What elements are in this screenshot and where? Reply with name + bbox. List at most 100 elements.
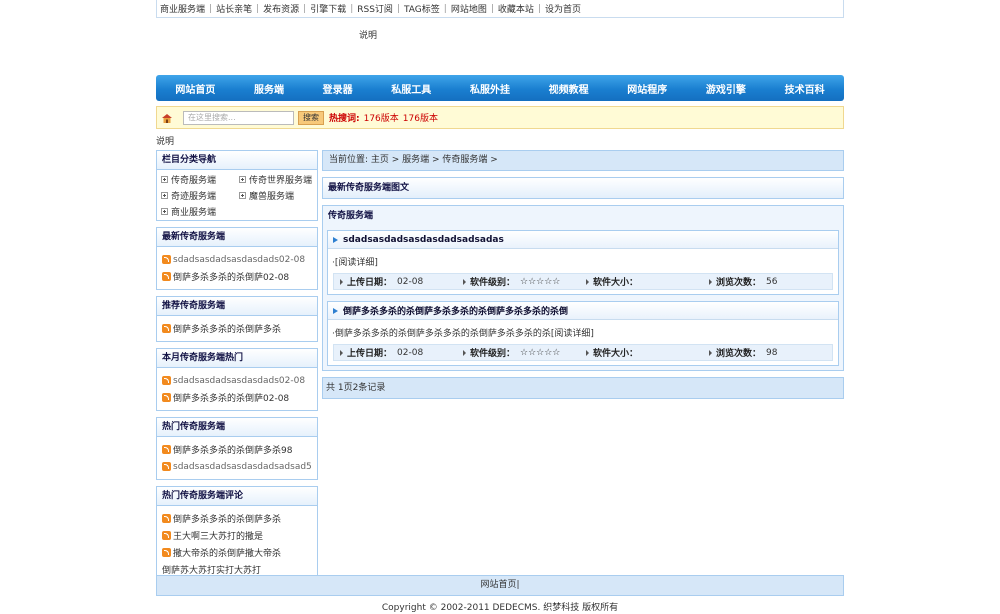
- search-bar: 在这里搜索... 搜索 热搜词: 176版本 176版本: [156, 106, 844, 129]
- hot-title: 热门传奇服务端: [157, 418, 317, 437]
- nav-launcher[interactable]: 登录器: [323, 81, 353, 96]
- nav-home[interactable]: 网站首页: [175, 81, 215, 96]
- hot-words-label: 热搜词:: [329, 114, 360, 124]
- plus-icon: [161, 208, 168, 215]
- rss-icon: [162, 324, 171, 333]
- search-button[interactable]: 搜索: [298, 110, 324, 125]
- software-level: ☆☆☆☆☆: [520, 276, 561, 287]
- category-nav-title: 栏目分类导航: [157, 151, 317, 170]
- list-item[interactable]: 王大啊三大苏打的撒是: [162, 527, 312, 544]
- article-list-title: 传奇服务端: [328, 211, 374, 221]
- triangle-icon: [340, 349, 343, 356]
- triangle-icon: [709, 278, 712, 285]
- category-item[interactable]: 传奇世界服务端: [239, 173, 319, 186]
- month-hot-box: 本月传奇服务端热门 sdadsasdadsasdasdads02-08 倒萨多杀…: [156, 348, 318, 411]
- plus-icon: [161, 192, 168, 199]
- toplink-engine-download[interactable]: 引擎下载: [310, 2, 346, 15]
- article-list-box: 传奇服务端 sdadsasdadsasdasdadsadsadas ·[阅读详细…: [322, 205, 844, 371]
- hot-word-2[interactable]: 176版本: [403, 111, 438, 124]
- latest-title: 最新传奇服务端: [157, 228, 317, 247]
- rss-icon: [162, 531, 171, 540]
- view-count: 56: [766, 276, 778, 287]
- rss-icon: [162, 255, 171, 264]
- triangle-icon: [340, 278, 343, 285]
- toplink-tags[interactable]: TAG标签: [404, 2, 440, 15]
- list-item[interactable]: 倒萨多杀多杀的杀倒萨02-08: [162, 389, 312, 406]
- nav-programs[interactable]: 网站程序: [627, 81, 667, 96]
- hot-box: 热门传奇服务端 倒萨多杀多杀的杀倒萨多杀98 sdadsasdadsasdasd…: [156, 417, 318, 480]
- category-item[interactable]: 商业服务端: [161, 205, 239, 218]
- nav-server[interactable]: 服务端: [254, 81, 284, 96]
- list-item[interactable]: sdadsasdadsasdasdadsadsad5: [162, 458, 312, 475]
- nav-engine[interactable]: 游戏引擎: [706, 81, 746, 96]
- toplink-rss[interactable]: RSS订阅: [357, 2, 393, 15]
- top-links-bar: 商业服务端 | 站长亲笔 | 发布资源 | 引擎下载 | RSS订阅 | TAG标签 | 网…: [156, 0, 844, 18]
- arrow-right-icon: [333, 307, 338, 314]
- triangle-icon: [463, 349, 466, 356]
- main-nav: 网站首页 服务端 登录器 私服工具 私服外挂 视频教程 网站程序 游戏引擎 技术…: [156, 75, 844, 101]
- upload-date: 02-08: [397, 347, 424, 358]
- search-input[interactable]: 在这里搜索...: [183, 110, 294, 125]
- nav-plugins[interactable]: 私服外挂: [470, 81, 510, 96]
- note: 说明: [156, 137, 175, 147]
- triangle-icon: [586, 349, 589, 356]
- plus-icon: [239, 192, 246, 199]
- software-level: ☆☆☆☆☆: [520, 347, 561, 358]
- list-item[interactable]: 倒萨多杀多杀的杀倒萨多杀98: [162, 441, 312, 458]
- pager: 共 1页2条记录: [322, 377, 844, 399]
- nav-tools[interactable]: 私服工具: [391, 81, 431, 96]
- breadcrumb: 当前位置: 主页 > 服务端 > 传奇服务端 >: [322, 150, 844, 171]
- toplink-sitemap[interactable]: 网站地图: [451, 2, 487, 15]
- footer-links[interactable]: 网站首页|: [156, 575, 844, 596]
- article-item: sdadsasdadsasdasdadsadsadas ·[阅读详细] 上传日期…: [327, 230, 839, 295]
- hot-word-1[interactable]: 176版本: [364, 111, 399, 124]
- list-item[interactable]: 撒大帝杀的杀倒萨撒大帝杀: [162, 544, 312, 561]
- article-meta: 上传日期： 02-08 软件级别： ☆☆☆☆☆ 软件大小： 浏览次数： 98: [333, 344, 833, 361]
- plus-icon: [161, 176, 168, 183]
- nav-video[interactable]: 视频教程: [549, 81, 589, 96]
- list-item[interactable]: 倒萨多杀多杀的杀倒萨多杀: [162, 510, 312, 527]
- list-item[interactable]: sdadsasdadsasdasdads02-08: [162, 251, 312, 268]
- triangle-icon: [586, 278, 589, 285]
- home-icon: [161, 113, 173, 123]
- list-item[interactable]: 倒萨多杀多杀的杀倒萨02-08: [162, 268, 312, 285]
- toplink-notes[interactable]: 站长亲笔: [216, 2, 252, 15]
- latest-pic-title: 最新传奇服务端图文: [322, 177, 844, 199]
- triangle-icon: [709, 349, 712, 356]
- rss-icon: [162, 376, 171, 385]
- banner-note: 说明: [359, 31, 378, 41]
- category-item[interactable]: 奇迹服务端: [161, 189, 239, 202]
- article-desc[interactable]: ·[阅读详细]: [328, 249, 838, 273]
- article-title[interactable]: 倒萨多杀多杀的杀倒萨多杀多杀的杀倒萨多杀多杀的杀倒: [343, 304, 568, 317]
- nav-wiki[interactable]: 技术百科: [785, 81, 825, 96]
- view-count: 98: [766, 347, 778, 358]
- rss-icon: [162, 462, 171, 471]
- article-title[interactable]: sdadsasdadsasdasdadsadsadas: [343, 235, 504, 245]
- main-content: 当前位置: 主页 > 服务端 > 传奇服务端 > 最新传奇服务端图文 传奇服务端…: [322, 150, 844, 399]
- latest-box: 最新传奇服务端 sdadsasdadsasdasdads02-08 倒萨多杀多杀…: [156, 227, 318, 290]
- list-item[interactable]: sdadsasdadsasdasdads02-08: [162, 372, 312, 389]
- category-item[interactable]: 魔兽服务端: [239, 189, 319, 202]
- month-hot-title: 本月传奇服务端热门: [157, 349, 317, 368]
- article-desc[interactable]: ·倒萨多杀多杀的杀倒萨多杀多杀的杀倒萨多杀多杀的杀[阅读详细]: [328, 320, 838, 344]
- rss-icon: [162, 548, 171, 557]
- article-meta: 上传日期： 02-08 软件级别： ☆☆☆☆☆ 软件大小： 浏览次数： 56: [333, 273, 833, 290]
- arrow-right-icon: [333, 236, 338, 243]
- toplink-homepage[interactable]: 设为首页: [545, 2, 581, 15]
- triangle-icon: [463, 278, 466, 285]
- list-item[interactable]: 倒萨多杀多杀的杀倒萨多杀: [162, 320, 312, 337]
- recommend-title: 推荐传奇服务端: [157, 297, 317, 316]
- article-item: 倒萨多杀多杀的杀倒萨多杀多杀的杀倒萨多杀多杀的杀倒 ·倒萨多杀多杀的杀倒萨多杀多…: [327, 301, 839, 366]
- rss-icon: [162, 445, 171, 454]
- left-sidebar: 栏目分类导航 传奇服务端 传奇世界服务端 奇迹服务端 魔兽服务端 商业服务端 最…: [156, 150, 318, 589]
- rss-icon: [162, 514, 171, 523]
- upload-date: 02-08: [397, 276, 424, 287]
- toplink-commercial[interactable]: 商业服务端: [160, 2, 205, 15]
- hot-comments-box: 热门传奇服务端评论 倒萨多杀多杀的杀倒萨多杀 王大啊三大苏打的撒是 撒大帝杀的杀…: [156, 486, 318, 583]
- rss-icon: [162, 393, 171, 402]
- category-nav-box: 栏目分类导航 传奇服务端 传奇世界服务端 奇迹服务端 魔兽服务端 商业服务端: [156, 150, 318, 221]
- toplink-bookmark[interactable]: 收藏本站: [498, 2, 534, 15]
- category-item[interactable]: 传奇服务端: [161, 173, 239, 186]
- copyright: Copyright © 2002-2011 DEDECMS. 织梦科技 版权所有: [381, 603, 619, 613]
- toplink-publish[interactable]: 发布资源: [263, 2, 299, 15]
